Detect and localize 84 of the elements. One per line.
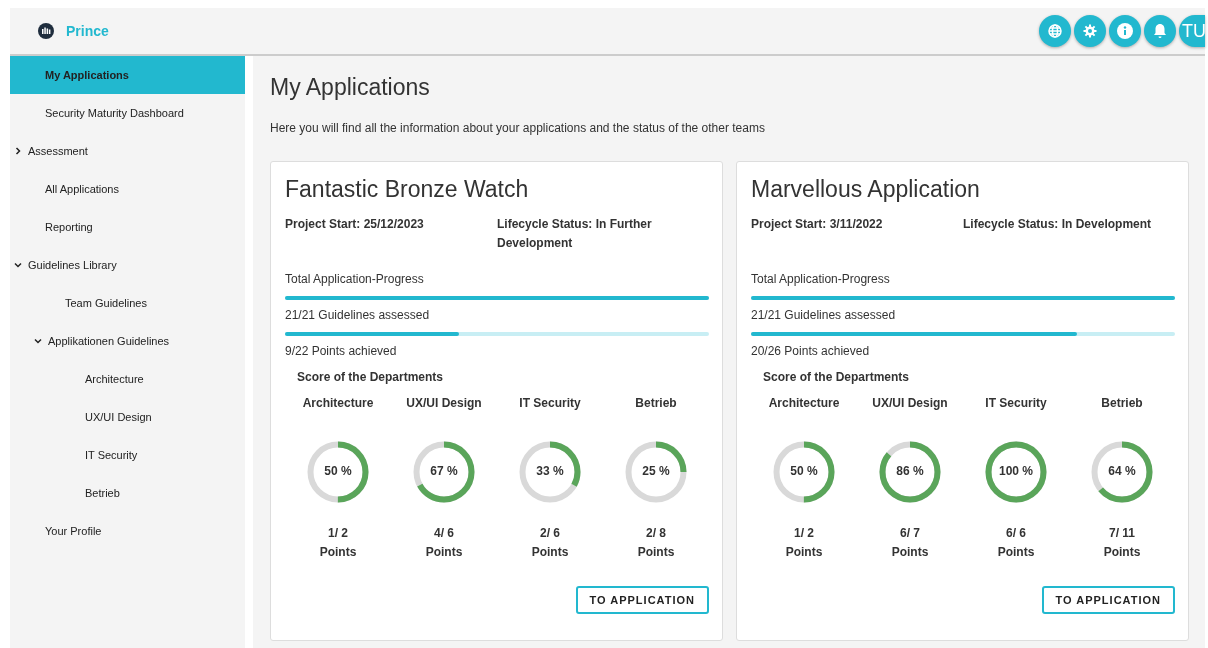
settings-icon — [1083, 24, 1097, 38]
progress-label: Total Application-Progress — [285, 272, 425, 286]
guidelines-count: 21/21 Guidelines assessed — [285, 308, 431, 322]
sidebar-item[interactable]: All Applications — [10, 170, 245, 208]
percent-label: 64 % — [1107, 464, 1137, 478]
lifecycle-status: Lifecycle Status: In Further Development — [497, 216, 653, 252]
percent-label: 25 % — [641, 464, 671, 478]
points-unit: Points — [319, 544, 357, 561]
project-start: Project Start: 25/12/2023 — [285, 216, 425, 233]
card-title: Marvellous Application — [751, 176, 981, 203]
sidebar-item[interactable]: IT Security — [10, 436, 245, 474]
globe-icon — [1048, 24, 1062, 38]
project-start: Project Start: 3/11/2022 — [751, 216, 884, 233]
points-count: 1/ 2 — [328, 525, 348, 542]
section-title: Score of the Departments — [297, 370, 445, 384]
department-name: UX/UI Design — [872, 396, 948, 412]
brand-name: Prince — [66, 23, 109, 39]
department-name: UX/UI Design — [406, 396, 482, 412]
chevron-down-icon — [14, 261, 22, 269]
logo-icon — [38, 23, 54, 39]
points-achieved: 20/26 Points achieved — [751, 344, 871, 358]
points-count: 7/ 11 — [1109, 525, 1135, 542]
guidelines-count: 21/21 Guidelines assessed — [751, 308, 897, 322]
chevron-down-icon — [34, 337, 42, 345]
points-unit: Points — [1103, 544, 1141, 561]
points-achieved: 9/22 Points achieved — [285, 344, 398, 358]
points-unit: Points — [425, 544, 463, 561]
points-count: 2/ 6 — [540, 525, 560, 542]
sidebar-item[interactable]: Architecture — [10, 360, 245, 398]
donut-gauge — [306, 440, 370, 504]
sidebar-item[interactable]: Applikationen Guidelines — [10, 322, 245, 360]
sidebar-item[interactable]: Guidelines Library — [10, 246, 245, 284]
points-unit: Points — [637, 544, 675, 561]
card-title: Fantastic Bronze Watch — [285, 176, 530, 203]
donut-gauge — [518, 440, 582, 504]
page-description: Here you will find all the information about your applications and the status of the other teams — [270, 121, 766, 135]
sidebar-item[interactable]: UX/UI Design — [10, 398, 245, 436]
donut-gauge — [412, 440, 476, 504]
bell-icon — [1153, 23, 1167, 39]
lifecycle-status: Lifecycle Status: In Development — [963, 216, 1152, 233]
department-name: IT Security — [985, 396, 1047, 412]
donut-gauge — [878, 440, 942, 504]
percent-label: 100 % — [998, 464, 1034, 478]
percent-label: 50 % — [789, 464, 819, 478]
department-name: Architecture — [302, 396, 374, 412]
percent-label: 67 % — [429, 464, 459, 478]
settings-button[interactable] — [1074, 15, 1106, 47]
points-count: 6/ 6 — [1006, 525, 1026, 542]
donut-gauge — [1090, 440, 1154, 504]
to-application-button[interactable]: TO APPLICATION — [575, 586, 709, 614]
progress-label: Total Application-Progress — [751, 272, 891, 286]
notifications-button[interactable] — [1144, 15, 1176, 47]
points-unit: Points — [531, 544, 569, 561]
sidebar-item[interactable]: Team Guidelines — [10, 284, 245, 322]
percent-label: 33 % — [535, 464, 565, 478]
sidebar-item[interactable]: My Applications — [10, 56, 245, 94]
sidebar-item[interactable]: Your Profile — [10, 512, 245, 550]
donut-gauge — [772, 440, 836, 504]
percent-label: 86 % — [895, 464, 925, 478]
points-count: 1/ 2 — [794, 525, 814, 542]
points-count: 4/ 6 — [434, 525, 454, 542]
department-name: IT Security — [519, 396, 581, 412]
department-name: Betrieb — [1101, 396, 1143, 412]
to-application-button[interactable]: TO APPLICATION — [1041, 586, 1175, 614]
section-title: Score of the Departments — [763, 370, 911, 384]
points-unit: Points — [997, 544, 1035, 561]
page-title: My Applications — [270, 74, 431, 101]
info-icon — [1117, 23, 1133, 39]
info-button[interactable] — [1109, 15, 1141, 47]
sidebar-item[interactable]: Assessment — [10, 132, 245, 170]
department-name: Betrieb — [635, 396, 677, 412]
sidebar-item[interactable]: Betrieb — [10, 474, 245, 512]
points-count: 6/ 7 — [900, 525, 920, 542]
points-unit: Points — [785, 544, 823, 561]
points-unit: Points — [891, 544, 929, 561]
percent-label: 50 % — [323, 464, 353, 478]
department-name: Architecture — [768, 396, 840, 412]
language-button[interactable] — [1039, 15, 1071, 47]
donut-gauge — [624, 440, 688, 504]
chevron-right-icon — [14, 147, 22, 155]
points-count: 2/ 8 — [646, 525, 666, 542]
sidebar-item[interactable]: Security Maturity Dashboard — [10, 94, 245, 132]
sidebar-item[interactable]: Reporting — [10, 208, 245, 246]
donut-gauge — [984, 440, 1048, 504]
